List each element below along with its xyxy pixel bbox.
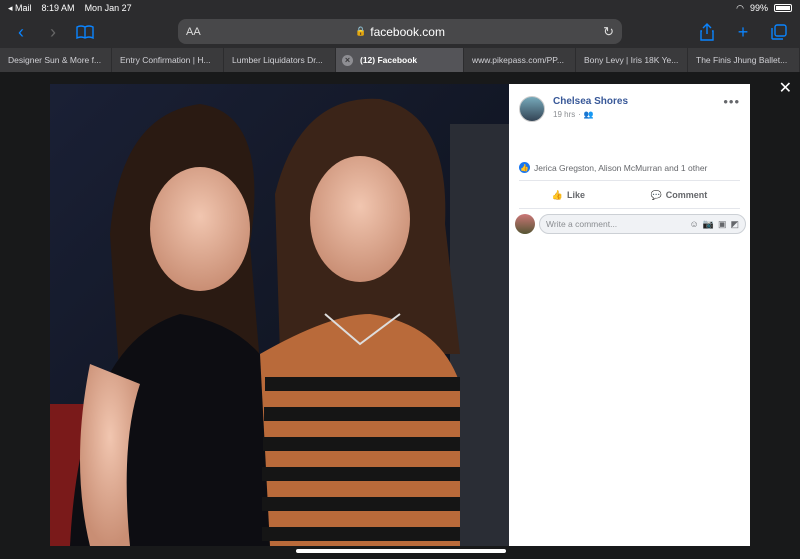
tab-item[interactable]: Bony Levy | Iris 18K Ye... xyxy=(576,48,688,72)
comment-button[interactable]: 💬 Comment xyxy=(651,190,708,201)
post-time[interactable]: 19 hrs xyxy=(553,110,575,119)
lock-icon: 🔒 xyxy=(355,26,367,36)
reactions-text: Jerica Gregston, Alison McMurran and 1 o… xyxy=(534,162,708,173)
post-meta: 19 hrs · 👥 xyxy=(553,110,594,119)
author-avatar[interactable] xyxy=(519,96,545,122)
address-bar[interactable]: AA 🔒 facebook.com ↻ xyxy=(178,19,622,44)
reload-icon[interactable]: ↻ xyxy=(603,24,614,40)
thumbs-up-icon: 👍 xyxy=(551,189,563,200)
author-name[interactable]: Chelsea Shores xyxy=(553,96,628,107)
post-header: Chelsea Shores 19 hrs · 👥 xyxy=(519,96,628,122)
emoji-icon[interactable]: ☺ xyxy=(690,219,699,230)
post-panel: Chelsea Shores 19 hrs · 👥 ••• 👍 Jerica G… xyxy=(509,84,750,546)
divider xyxy=(519,208,740,209)
gif-icon[interactable]: ▣ xyxy=(718,219,727,230)
tab-item[interactable]: Entry Confirmation | H... xyxy=(112,48,224,72)
reader-options-button[interactable]: AA xyxy=(186,26,201,38)
url-text: facebook.com xyxy=(370,24,445,39)
wifi-icon: ◠ xyxy=(736,2,744,13)
back-to-app[interactable]: ◂ Mail xyxy=(8,3,32,14)
bookmarks-icon[interactable] xyxy=(74,21,96,43)
comment-input[interactable]: Write a comment... ☺ 📷 ▣ ◩ xyxy=(539,214,746,234)
tab-label: (12) Facebook xyxy=(360,55,418,65)
friends-privacy-icon: 👥 xyxy=(583,110,594,119)
home-indicator[interactable] xyxy=(296,549,506,553)
forward-icon[interactable]: › xyxy=(42,21,64,43)
status-time: 8:19 AM xyxy=(41,3,75,13)
comment-composer: Write a comment... ☺ 📷 ▣ ◩ xyxy=(515,214,746,234)
tab-item[interactable]: Designer Sun & More f... xyxy=(0,48,112,72)
status-bar: ◂ Mail 8:19 AM Mon Jan 27 ◠ 99% xyxy=(0,0,800,16)
viewer-avatar xyxy=(515,214,535,234)
more-options-icon[interactable]: ••• xyxy=(723,94,740,109)
tab-item[interactable]: Lumber Liquidators Dr... xyxy=(224,48,336,72)
back-icon[interactable]: ‹ xyxy=(10,21,32,43)
camera-icon[interactable]: 📷 xyxy=(703,219,714,230)
close-viewer-icon[interactable]: ✕ xyxy=(779,78,792,98)
comment-icon: 💬 xyxy=(650,189,662,200)
like-reaction-icon: 👍 xyxy=(519,162,530,173)
post-photo[interactable] xyxy=(50,84,509,546)
tab-item-active[interactable]: × (12) Facebook xyxy=(336,48,464,72)
share-icon[interactable] xyxy=(696,21,718,43)
like-button[interactable]: 👍 Like xyxy=(552,190,585,201)
new-tab-icon[interactable]: + xyxy=(732,21,754,43)
reactions-summary[interactable]: 👍 Jerica Gregston, Alison McMurran and 1… xyxy=(519,162,707,173)
battery-percent: 99% xyxy=(749,3,768,13)
comment-placeholder: Write a comment... xyxy=(546,219,618,229)
tab-item[interactable]: www.pikepass.com/PP... xyxy=(464,48,576,72)
close-tab-icon[interactable]: × xyxy=(342,54,353,66)
sticker-icon[interactable]: ◩ xyxy=(730,219,739,230)
tab-bar: Designer Sun & More f... Entry Confirmat… xyxy=(0,48,800,72)
tab-item[interactable]: The Finis Jhung Ballet... xyxy=(688,48,800,72)
battery-icon xyxy=(774,4,792,12)
divider xyxy=(519,180,740,181)
browser-toolbar: ‹ › AA 🔒 facebook.com ↻ + xyxy=(0,16,800,48)
tabs-overview-icon[interactable] xyxy=(768,21,790,43)
status-date: Mon Jan 27 xyxy=(84,3,132,13)
post-actions: 👍 Like 💬 Comment xyxy=(519,184,740,206)
